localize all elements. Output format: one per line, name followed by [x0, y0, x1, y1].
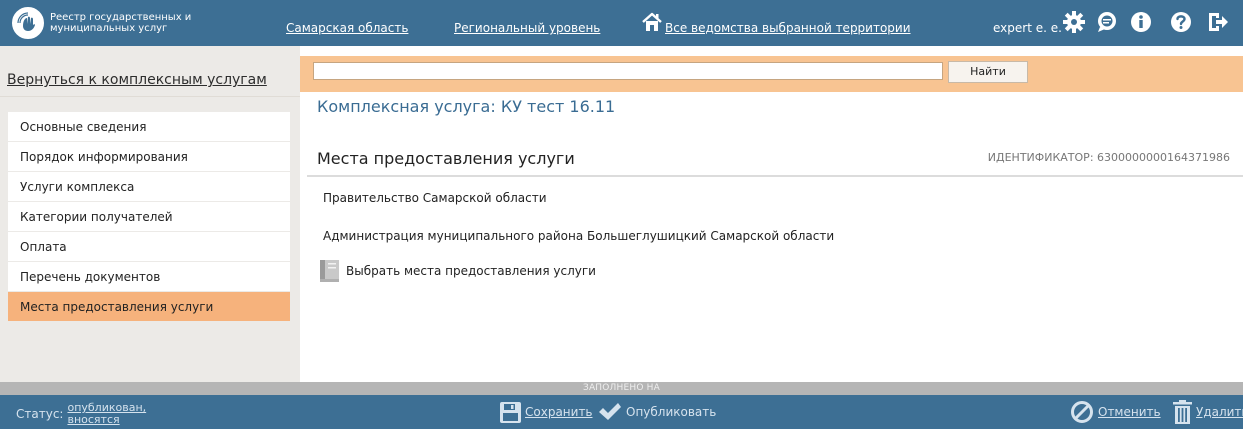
service-place-item: Правительство Самарской области: [323, 191, 547, 205]
sidebar-item-payment[interactable]: Оплата: [8, 232, 290, 262]
search-button[interactable]: Найти: [948, 61, 1028, 83]
chat-icon[interactable]: [1095, 10, 1119, 34]
book-icon: [320, 260, 339, 282]
logout-icon[interactable]: [1205, 10, 1229, 34]
service-identifier: ИДЕНТИФИКАТОР: 6300000000164371986: [987, 151, 1230, 164]
help-icon[interactable]: [1169, 10, 1193, 34]
app-logo[interactable]: Реестр государственных и муниципальных у…: [12, 7, 264, 39]
search-bar: Найти: [300, 56, 1243, 92]
sidebar: Вернуться к комплексным услугам Основные…: [0, 46, 300, 382]
top-bar: Реестр государственных и муниципальных у…: [0, 0, 1243, 46]
save-label: Сохранить: [525, 405, 593, 419]
cancel-label: Отменить: [1098, 405, 1161, 419]
delete-label: Удалить: [1196, 405, 1243, 419]
section-title: Места предоставления услуги: [317, 149, 575, 168]
back-to-complex-services-link[interactable]: Вернуться к комплексным услугам: [7, 72, 267, 88]
publish-button[interactable]: Опубликовать: [598, 400, 716, 424]
sidebar-item-informing-order[interactable]: Порядок информирования: [8, 142, 290, 172]
complex-service-title: Комплексная услуга: КУ тест 16.11: [317, 97, 616, 116]
user-name[interactable]: expert e. e.: [993, 21, 1062, 35]
cancel-button[interactable]: Отменить: [1070, 400, 1161, 424]
region-link[interactable]: Самарская область: [286, 21, 408, 35]
divider: [0, 96, 300, 97]
sidebar-item-service-places[interactable]: Места предоставления услуги: [8, 292, 290, 322]
choose-places-label: Выбрать места предоставления услуги: [346, 264, 596, 278]
sidebar-item-documents[interactable]: Перечень документов: [8, 262, 290, 292]
save-button[interactable]: Сохранить: [500, 400, 593, 424]
sidebar-item-recipient-categories[interactable]: Категории получателей: [8, 202, 290, 232]
filled-progress-bar: ЗАПОЛНЕНО НА: [0, 382, 1243, 395]
departments-link[interactable]: Все ведомства выбранной территории: [665, 21, 911, 35]
choose-places-action[interactable]: Выбрать места предоставления услуги: [320, 259, 596, 283]
section-divider: [307, 175, 1243, 177]
delete-button[interactable]: Удалить: [1173, 400, 1243, 424]
sidebar-nav: Основные сведения Порядок информирования…: [8, 112, 290, 322]
status-value-link[interactable]: опубликован, вносятся изменения: [67, 402, 177, 429]
sidebar-item-basic-info[interactable]: Основные сведения: [8, 112, 290, 142]
main-content: Найти Комплексная услуга: КУ тест 16.11 …: [300, 46, 1243, 382]
trash-icon: [1173, 400, 1192, 424]
bottom-action-bar: Статус: опубликован, вносятся изменения …: [0, 395, 1243, 429]
status-label: Статус:: [16, 407, 64, 421]
service-place-item: Администрация муниципального района Боль…: [323, 229, 835, 243]
sidebar-item-complex-services[interactable]: Услуги комплекса: [8, 172, 290, 202]
status-block: Статус: опубликован, вносятся изменения: [16, 402, 177, 429]
publish-label: Опубликовать: [626, 405, 717, 419]
logo-text: Реестр государственных и муниципальных у…: [50, 12, 192, 34]
info-icon[interactable]: [1129, 10, 1153, 34]
cancel-icon: [1071, 401, 1093, 423]
floppy-icon: [500, 401, 521, 423]
gear-icon[interactable]: [1062, 10, 1086, 34]
hand-logo-icon: [12, 7, 44, 39]
home-icon[interactable]: [641, 11, 663, 33]
checkmark-icon: [599, 403, 621, 420]
search-input[interactable]: [313, 62, 943, 80]
level-link[interactable]: Региональный уровень: [454, 21, 600, 35]
